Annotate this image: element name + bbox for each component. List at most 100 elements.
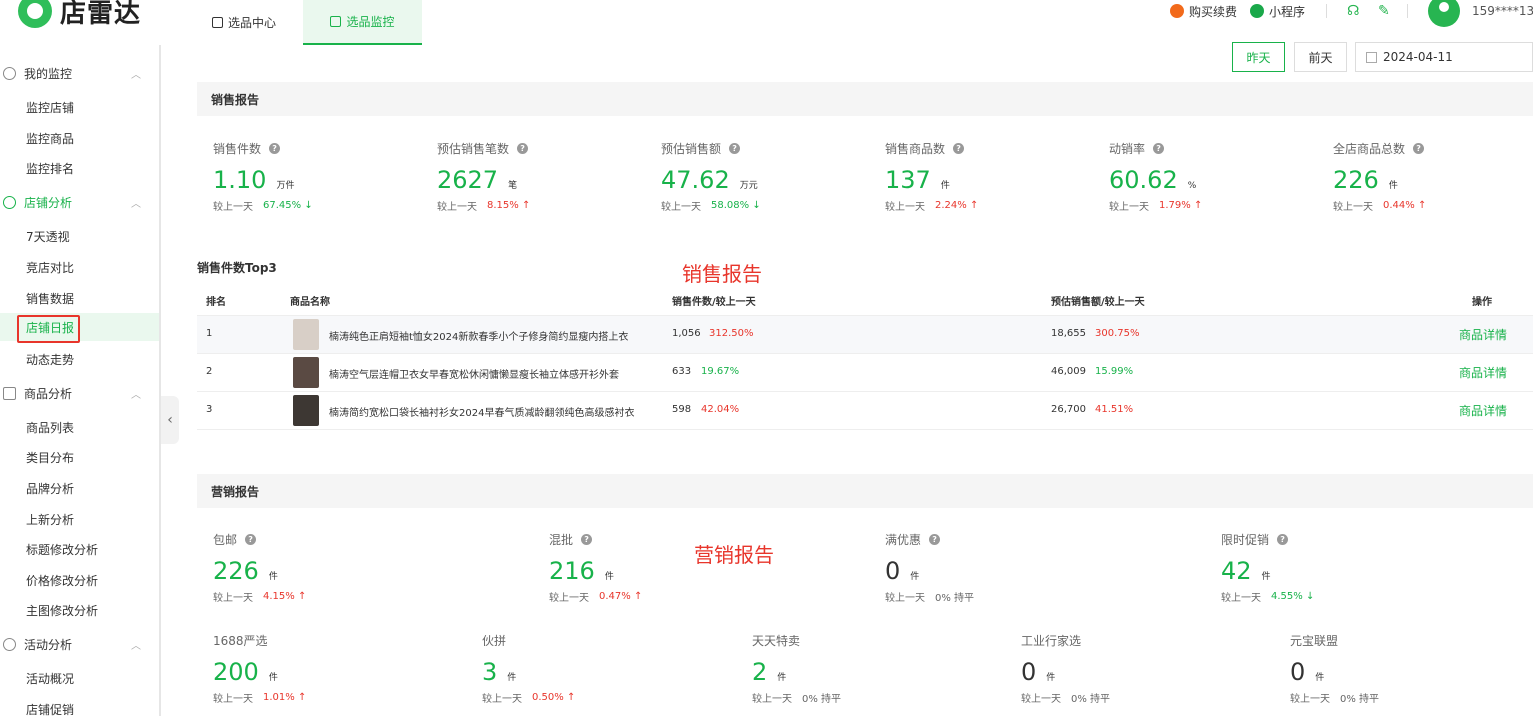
col-sales: 销售件数/较上一天: [672, 297, 756, 308]
row-revenue: 46,009: [1051, 366, 1086, 377]
sidebar-item-competitor-compare[interactable]: 竞店对比: [0, 253, 159, 281]
sidebar-item-label: 竞店对比: [26, 260, 75, 275]
buy-renew-label: 购买续费: [1189, 4, 1238, 19]
sidebar-item-label: 店铺促销: [26, 702, 75, 717]
row-sales: 1,056: [672, 328, 701, 339]
product-detail-link[interactable]: 商品详情: [1459, 402, 1507, 419]
compare-label: 较上一天: [437, 202, 477, 213]
metric-pct: 67.45%: [263, 200, 302, 211]
help-icon[interactable]: ?: [1277, 533, 1289, 545]
metric-unit: 件: [1388, 181, 1398, 191]
metric-value: 3: [482, 658, 498, 686]
help-icon[interactable]: ?: [581, 533, 593, 545]
arrow-up-icon: ↑: [1417, 200, 1427, 211]
metric-label: 伙拼: [482, 633, 507, 648]
sidebar-item-monitor-product[interactable]: 监控商品: [0, 124, 159, 152]
sidebar-collapse-button[interactable]: ‹: [161, 396, 179, 444]
sidebar: 我的监控 ︿ 监控店铺 监控商品 监控排名 店铺分析 ︿ 7天透视 竞店对比 销…: [0, 45, 161, 717]
row-product-name[interactable]: 楠涛纯色正肩短袖t恤女2024新款春季小个子修身简约显瘦内搭上衣: [329, 328, 628, 343]
row-product-name[interactable]: 楠涛简约宽松口袋长袖衬衫女2024早春气质减龄翻领纯色高级感衬衣: [329, 404, 634, 419]
top3-table-header: 排名 商品名称 销售件数/较上一天 预估销售额/较上一天 操作: [197, 283, 1533, 316]
product-detail-link[interactable]: 商品详情: [1459, 364, 1507, 381]
sidebar-group-shop-analysis[interactable]: 店铺分析 ︿: [0, 187, 159, 217]
row-sales-pct: 19.67%: [701, 366, 740, 377]
sidebar-item-image-change[interactable]: 主图修改分析: [0, 596, 159, 624]
yesterday-button[interactable]: 昨天: [1232, 42, 1285, 72]
sidebar-item-trend[interactable]: 动态走势: [0, 345, 159, 373]
sidebar-item-new-arrivals[interactable]: 上新分析: [0, 505, 159, 533]
metric-pct: 0% 持平: [935, 593, 975, 604]
table-row[interactable]: 1 楠涛纯色正肩短袖t恤女2024新款春季小个子修身简约显瘦内搭上衣 1,056…: [197, 316, 1533, 354]
help-icon[interactable]: ?: [729, 142, 741, 154]
metric-unit: 笔: [508, 181, 518, 191]
sidebar-group-product-analysis[interactable]: 商品分析 ︿: [0, 378, 159, 408]
table-row[interactable]: 3 楠涛简约宽松口袋长袖衬衫女2024早春气质减龄翻领纯色高级感衬衣 598 4…: [197, 392, 1533, 430]
metric-label: 动销率: [1109, 141, 1146, 156]
col-rank: 排名: [206, 297, 226, 308]
metric-pct: 0.44%: [1383, 200, 1415, 211]
arrow-up-icon: ↑: [633, 591, 643, 602]
help-icon[interactable]: ?: [245, 533, 257, 545]
product-thumbnail[interactable]: [293, 357, 319, 388]
nav-tab-product-center[interactable]: 选品中心: [212, 0, 276, 45]
sidebar-item-label: 7天透视: [26, 229, 70, 244]
metric-est-orders: 预估销售笔数? 2627 笔 较上一天 8.15% ↑: [437, 140, 530, 214]
sidebar-item-brand[interactable]: 品牌分析: [0, 474, 159, 502]
product-detail-link[interactable]: 商品详情: [1459, 326, 1507, 343]
metric-unit: 件: [940, 181, 950, 191]
help-icon[interactable]: ?: [1153, 142, 1165, 154]
sidebar-item-activity-overview[interactable]: 活动概况: [0, 664, 159, 692]
main-content: 昨天 前天 2024-04-11 销售报告 销售件数? 1.10 万件 较上一天 6…: [179, 42, 1533, 716]
headset-icon[interactable]: ☊: [1347, 0, 1359, 22]
sidebar-group-label: 活动分析: [24, 637, 73, 652]
sidebar-item-monitor-shop[interactable]: 监控店铺: [0, 93, 159, 121]
day-before-button[interactable]: 前天: [1294, 42, 1347, 72]
top3-title: 销售件数Top3: [197, 261, 277, 275]
sidebar-item-price-change[interactable]: 价格修改分析: [0, 566, 159, 594]
chevron-up-icon: ︿: [131, 640, 141, 652]
help-icon[interactable]: ?: [953, 142, 965, 154]
sidebar-item-monitor-rank[interactable]: 监控排名: [0, 154, 159, 182]
nav-tab-product-monitor[interactable]: 选品监控: [303, 0, 422, 45]
logo-text: 店雷达: [60, 0, 142, 29]
sidebar-item-sales-data[interactable]: 销售数据: [0, 284, 159, 312]
table-row[interactable]: 2 楠涛空气层连帽卫衣女早春宽松休闲慵懒显瘦长袖立体感开衫外套 633 19.6…: [197, 354, 1533, 392]
sidebar-group-activity-analysis[interactable]: 活动分析 ︿: [0, 629, 159, 659]
metric-1688-select: 1688严选 200 件 较上一天 1.01% ↑: [213, 632, 306, 706]
help-icon[interactable]: ?: [269, 142, 281, 154]
user-menu[interactable]: 159****137: [1428, 0, 1533, 28]
sidebar-item-shop-promo[interactable]: 店铺促销: [0, 695, 159, 723]
metric-label: 全店商品总数: [1333, 141, 1406, 156]
buy-renew-button[interactable]: 购买续费: [1170, 0, 1237, 22]
sidebar-item-7day-view[interactable]: 7天透视: [0, 222, 159, 250]
help-icon[interactable]: ?: [517, 142, 529, 154]
logo[interactable]: 店雷达: [18, 0, 142, 29]
marketing-report-header: 营销报告: [197, 474, 1533, 508]
sidebar-item-title-change[interactable]: 标题修改分析: [0, 535, 159, 563]
product-thumbnail[interactable]: [293, 395, 319, 426]
product-icon: [3, 386, 16, 400]
compare-label: 较上一天: [1333, 202, 1373, 213]
miniapp-icon: [1250, 4, 1264, 18]
product-thumbnail[interactable]: [293, 319, 319, 350]
help-icon[interactable]: ?: [1413, 142, 1425, 154]
sidebar-item-label: 销售数据: [26, 291, 75, 306]
logo-icon: [18, 0, 52, 28]
avatar: [1428, 0, 1460, 27]
row-product-name[interactable]: 楠涛空气层连帽卫衣女早春宽松休闲慵懒显瘦长袖立体感开衫外套: [329, 366, 619, 381]
sidebar-item-product-list[interactable]: 商品列表: [0, 413, 159, 441]
compare-label: 较上一天: [661, 202, 701, 213]
sidebar-group-label: 店铺分析: [24, 195, 73, 210]
feedback-icon[interactable]: ✎: [1378, 0, 1390, 22]
sidebar-item-shop-daily-report[interactable]: 店铺日报: [0, 313, 159, 343]
marketing-report-annotation: 营销报告: [694, 543, 774, 567]
sidebar-item-category[interactable]: 类目分布: [0, 443, 159, 471]
miniapp-button[interactable]: 小程序: [1250, 0, 1305, 22]
date-picker[interactable]: 2024-04-11: [1355, 42, 1533, 72]
sidebar-group-my-monitor[interactable]: 我的监控 ︿: [0, 58, 159, 88]
metric-unit: %: [1187, 181, 1197, 191]
divider: [1326, 4, 1327, 18]
sidebar-item-label: 价格修改分析: [26, 573, 99, 588]
help-icon[interactable]: ?: [929, 533, 941, 545]
metric-label: 天天特卖: [752, 633, 801, 648]
